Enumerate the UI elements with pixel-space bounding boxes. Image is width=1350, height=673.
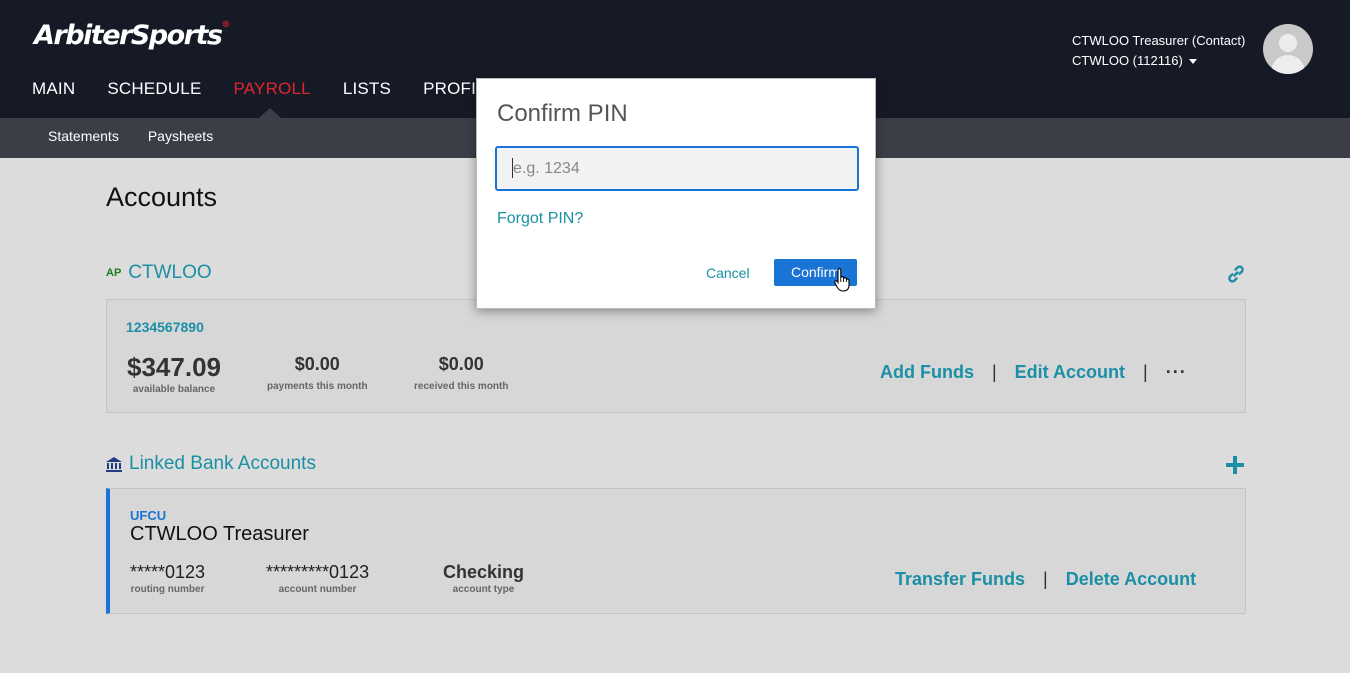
sub-nav: Statements Paysheets: [48, 128, 242, 144]
edit-account-link[interactable]: Edit Account: [1015, 362, 1125, 383]
account-title[interactable]: CTWLOO: [128, 262, 211, 284]
bank-holder: CTWLOO Treasurer: [130, 523, 309, 545]
nav-main[interactable]: MAIN: [32, 79, 75, 99]
routing-number: *****0123 routing number: [130, 562, 205, 595]
delete-account-link[interactable]: Delete Account: [1066, 569, 1196, 590]
user-menu[interactable]: CTWLOO Treasurer (Contact) CTWLOO (11211…: [1072, 31, 1245, 71]
account-number-label: account number: [278, 584, 357, 595]
available-balance-value: $347.09: [127, 352, 221, 382]
received-label: received this month: [414, 381, 509, 392]
user-name: CTWLOO Treasurer (Contact): [1072, 33, 1246, 48]
page-title: Accounts: [106, 182, 218, 212]
logo-registered-mark: ®: [221, 20, 231, 30]
ap-badge: AP: [106, 267, 122, 279]
account-type-value: Checking: [443, 562, 525, 582]
available-balance: $347.09 available balance: [127, 352, 221, 395]
account-card: 1234567890 $347.09 available balance $0.…: [106, 299, 1246, 413]
bank-account-card: UFCU CTWLOO Treasurer *****0123 routing …: [106, 488, 1246, 614]
nav-payroll[interactable]: PAYROLL: [234, 79, 311, 99]
active-nav-pointer: [259, 108, 281, 118]
subnav-paysheets[interactable]: Paysheets: [148, 128, 213, 144]
logo-arbiter-text: Arbiter: [34, 20, 132, 51]
arbitersports-logo[interactable]: ArbiterSports®: [34, 20, 230, 51]
avatar[interactable]: [1263, 24, 1313, 74]
add-funds-link[interactable]: Add Funds: [880, 362, 974, 383]
pin-input[interactable]: [495, 146, 859, 191]
account-number-value: *********0123: [266, 562, 370, 582]
account-number[interactable]: 1234567890: [126, 319, 204, 335]
cancel-button[interactable]: Cancel: [706, 265, 750, 281]
account-type-label: account type: [452, 584, 515, 595]
text-caret: [512, 158, 513, 178]
linked-bank-accounts-title: Linked Bank Accounts: [129, 453, 316, 474]
chevron-down-icon: [1188, 59, 1197, 65]
payments-this-month: $0.00 payments this month: [267, 354, 368, 392]
received-this-month: $0.00 received this month: [414, 354, 508, 392]
dialog-title: Confirm PIN: [497, 100, 628, 127]
payments-value: $0.00: [294, 354, 340, 374]
account-section-header: AP CTWLOO: [106, 262, 212, 284]
nav-lists[interactable]: LISTS: [343, 79, 391, 99]
available-balance-label: available balance: [132, 384, 216, 395]
linked-section-header: Linked Bank Accounts: [106, 453, 316, 475]
account-actions: Add Funds | Edit Account | ···: [880, 362, 1187, 383]
hand-pointer-icon: [834, 268, 850, 292]
received-value: $0.00: [438, 354, 484, 374]
link-icon[interactable]: [1226, 264, 1246, 284]
bank-actions: Transfer Funds | Delete Account: [895, 569, 1196, 590]
account-type: Checking account type: [443, 562, 524, 595]
divider: |: [1143, 362, 1148, 382]
forgot-pin-link[interactable]: Forgot PIN?: [497, 210, 583, 228]
more-options-icon[interactable]: ···: [1166, 362, 1187, 383]
logo-sports-text: Sports: [130, 20, 223, 51]
user-org: CTWLOO (112116): [1072, 53, 1183, 68]
confirm-pin-dialog: Confirm PIN Forgot PIN? Cancel Confirm: [476, 78, 876, 309]
payments-label: payments this month: [267, 381, 368, 392]
transfer-funds-link[interactable]: Transfer Funds: [895, 569, 1025, 590]
main-nav: MAIN SCHEDULE PAYROLL LISTS PROFIL: [32, 79, 518, 99]
divider: |: [1043, 569, 1048, 589]
plus-icon[interactable]: [1225, 455, 1245, 475]
bank-name: UFCU: [130, 508, 167, 523]
subnav-statements[interactable]: Statements: [48, 128, 119, 144]
routing-number-value: *****0123: [130, 562, 206, 582]
routing-number-label: routing number: [130, 584, 205, 595]
nav-schedule[interactable]: SCHEDULE: [107, 79, 201, 99]
account-number-masked: *********0123 account number: [266, 562, 369, 595]
bank-icon: [106, 456, 122, 472]
divider: |: [991, 362, 997, 382]
